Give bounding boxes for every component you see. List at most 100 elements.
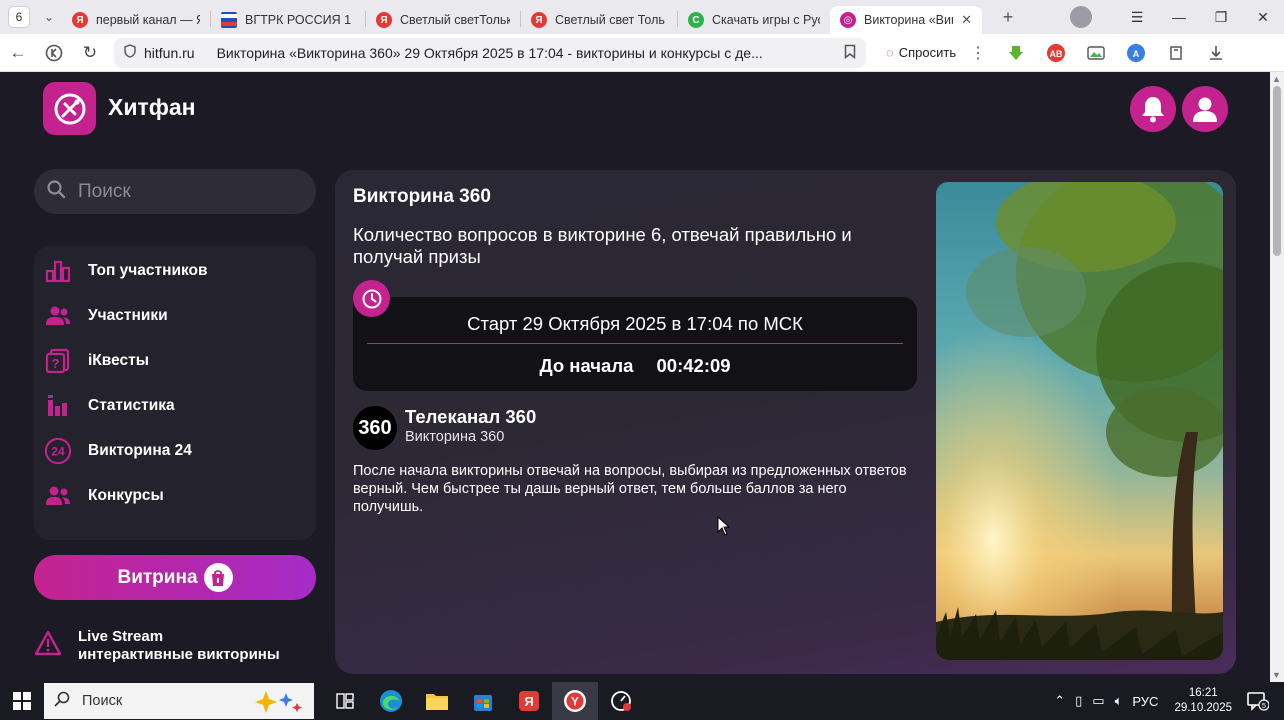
svg-text:Y: Y: [571, 695, 579, 709]
start-time: Старт 29 Октября 2025 в 17:04 по МСК: [467, 313, 803, 334]
yandex-protect-icon[interactable]: [36, 38, 72, 68]
taskbar-search-input[interactable]: Поиск: [44, 683, 314, 719]
tab-count-button[interactable]: 6: [8, 6, 30, 28]
mouse-cursor-icon: [717, 515, 731, 541]
svg-text:?: ?: [52, 356, 60, 371]
sidebar-item-contests[interactable]: Конкурсы: [34, 473, 316, 518]
collections-icon[interactable]: [1162, 39, 1190, 67]
new-tab-button[interactable]: +: [996, 5, 1020, 29]
scrollbar-thumb[interactable]: [1273, 86, 1281, 256]
url-field[interactable]: hitfun.ru Викторина «Викторина 360» 29 О…: [114, 37, 866, 68]
restore-icon[interactable]: ❐: [1200, 9, 1242, 26]
adblock-extension-icon[interactable]: AB: [1042, 39, 1070, 67]
sidebar-item-participants[interactable]: Участники: [34, 293, 316, 338]
network-icon[interactable]: ▭: [1092, 693, 1104, 709]
minimize-icon[interactable]: —: [1158, 9, 1200, 25]
sidebar-item-label: Конкурсы: [88, 486, 164, 504]
live-stream-title: Live Stream: [78, 628, 164, 645]
sidebar-item-label: Статистика: [88, 396, 175, 414]
chevron-down-icon[interactable]: ⌄: [36, 6, 62, 28]
windows-taskbar: Поиск Я Y ⌃ ▯ ▭ 🔈︎ РУС 16:21 29.10.2025 …: [0, 682, 1284, 720]
taskbar-clock[interactable]: 16:21 29.10.2025: [1174, 686, 1232, 716]
downloads-icon[interactable]: [1202, 39, 1230, 67]
language-indicator[interactable]: РУС: [1132, 694, 1158, 709]
ask-button[interactable]: ◌ Спросить: [876, 40, 966, 66]
sidebar-item-statistics[interactable]: Статистика: [34, 383, 316, 428]
yandex-browser-icon[interactable]: Y: [552, 682, 598, 720]
site-header: Хитфан: [0, 72, 1270, 144]
svg-text:AB: AB: [1050, 49, 1063, 59]
tab-title: Скачать игры с Рус: [712, 13, 820, 27]
sidebar-item-label: Топ участников: [88, 261, 208, 279]
more-options-icon[interactable]: ⋮: [966, 43, 990, 63]
sidebar-nav: Топ участников Участники ? iКвесты Стати…: [34, 246, 316, 540]
russia-flag-favicon-icon: [221, 12, 237, 28]
notifications-bell-icon[interactable]: [1130, 86, 1176, 132]
url-page-title: Викторина «Викторина 360» 29 Октября 202…: [216, 44, 763, 61]
quiz-rules: После начала викторины отвечай на вопрос…: [353, 463, 907, 515]
speedometer-app-icon[interactable]: [598, 682, 644, 720]
quest-icon: ?: [44, 347, 72, 375]
quiz-card: Викторина 360 Количество вопросов в викт…: [335, 170, 1236, 674]
system-tray: ⌃ ▯ ▭ 🔈︎ РУС 16:21 29.10.2025 5: [1054, 682, 1284, 720]
yandex-app-icon[interactable]: Я: [506, 682, 552, 720]
clock-icon: [353, 280, 390, 317]
tab-title: первый канал — Ян: [96, 13, 200, 27]
countdown-panel: Старт 29 Октября 2025 в 17:04 по МСК До …: [353, 297, 917, 391]
tab-title: ВГТРК РОССИЯ 1 -: [245, 13, 355, 27]
notifications-icon[interactable]: 5: [1246, 689, 1270, 713]
profile-avatar[interactable]: [1070, 6, 1092, 28]
sidebar-item-iquests[interactable]: ? iКвесты: [34, 338, 316, 383]
alice-icon: ◌: [886, 45, 894, 60]
channel-name[interactable]: Телеканал 360: [405, 406, 536, 428]
translate-extension-icon[interactable]: A: [1122, 39, 1150, 67]
scroll-up-icon[interactable]: ▲: [1272, 74, 1281, 84]
browser-tab[interactable]: Я Светлый светТольк: [366, 6, 520, 34]
contests-icon: [44, 482, 72, 510]
clock-time: 16:21: [1188, 687, 1218, 699]
browser-tab[interactable]: Я первый канал — Ян: [62, 6, 210, 34]
usb-icon[interactable]: ▯: [1075, 693, 1082, 709]
screenshot-extension-icon[interactable]: [1082, 39, 1110, 67]
browser-tab[interactable]: C Скачать игры с Рус: [678, 6, 830, 34]
brand-name[interactable]: Хитфан: [108, 94, 196, 121]
sidebar-item-quiz-24[interactable]: 24 Викторина 24: [34, 428, 316, 473]
scroll-down-icon[interactable]: ▼: [1272, 670, 1281, 680]
quiz-description: Количество вопросов в викторине 6, отвеч…: [353, 224, 852, 267]
yandex-favicon-icon: Я: [72, 12, 88, 28]
svg-text:5: 5: [1262, 701, 1266, 710]
chevron-up-icon[interactable]: ⌃: [1054, 693, 1065, 709]
yandex-favicon-icon: Я: [531, 12, 547, 28]
file-explorer-icon[interactable]: [414, 682, 460, 720]
bookmark-icon[interactable]: [844, 44, 856, 62]
volume-icon[interactable]: 🔈︎: [1115, 693, 1123, 709]
user-profile-icon[interactable]: [1182, 86, 1228, 132]
vitrina-button[interactable]: Витрина: [34, 555, 316, 600]
task-view-icon[interactable]: [322, 682, 368, 720]
clock-date: 29.10.2025: [1174, 702, 1232, 714]
users-icon: [44, 302, 72, 330]
page-scrollbar[interactable]: ▲ ▼: [1270, 72, 1284, 682]
search-input[interactable]: Поиск: [34, 169, 316, 214]
sparkle-icon: [252, 689, 304, 719]
close-window-icon[interactable]: ✕: [1242, 9, 1284, 26]
browser-tab-active[interactable]: ◎ Викторина «Викт ✕: [830, 6, 982, 34]
tab-title: Светлый светТольк: [400, 13, 510, 27]
download-extension-icon[interactable]: [1002, 39, 1030, 67]
browser-tab[interactable]: Я Светлый свет Толь: [521, 6, 677, 34]
store-icon[interactable]: [460, 682, 506, 720]
channel-subtitle: Викторина 360: [405, 429, 505, 445]
sidebar-item-top-participants[interactable]: Топ участников: [34, 248, 316, 293]
channel-logo[interactable]: 360: [353, 406, 397, 450]
back-arrow-icon[interactable]: ←: [0, 38, 36, 68]
close-tab-icon[interactable]: ✕: [961, 12, 972, 28]
windows-start-icon[interactable]: [0, 682, 44, 720]
live-stream-subtitle: интерактивные викторины: [78, 646, 280, 663]
edge-browser-icon[interactable]: [368, 682, 414, 720]
hitfun-logo-icon[interactable]: [43, 82, 96, 135]
browser-tab[interactable]: ВГТРК РОССИЯ 1 -: [211, 6, 365, 34]
live-stream-link[interactable]: Live Stream интерактивные викторины: [34, 628, 316, 668]
reload-icon[interactable]: ↻: [72, 38, 108, 68]
sidebar-item-label: iКвесты: [88, 351, 149, 369]
browser-menu-icon[interactable]: ☰: [1116, 9, 1158, 26]
